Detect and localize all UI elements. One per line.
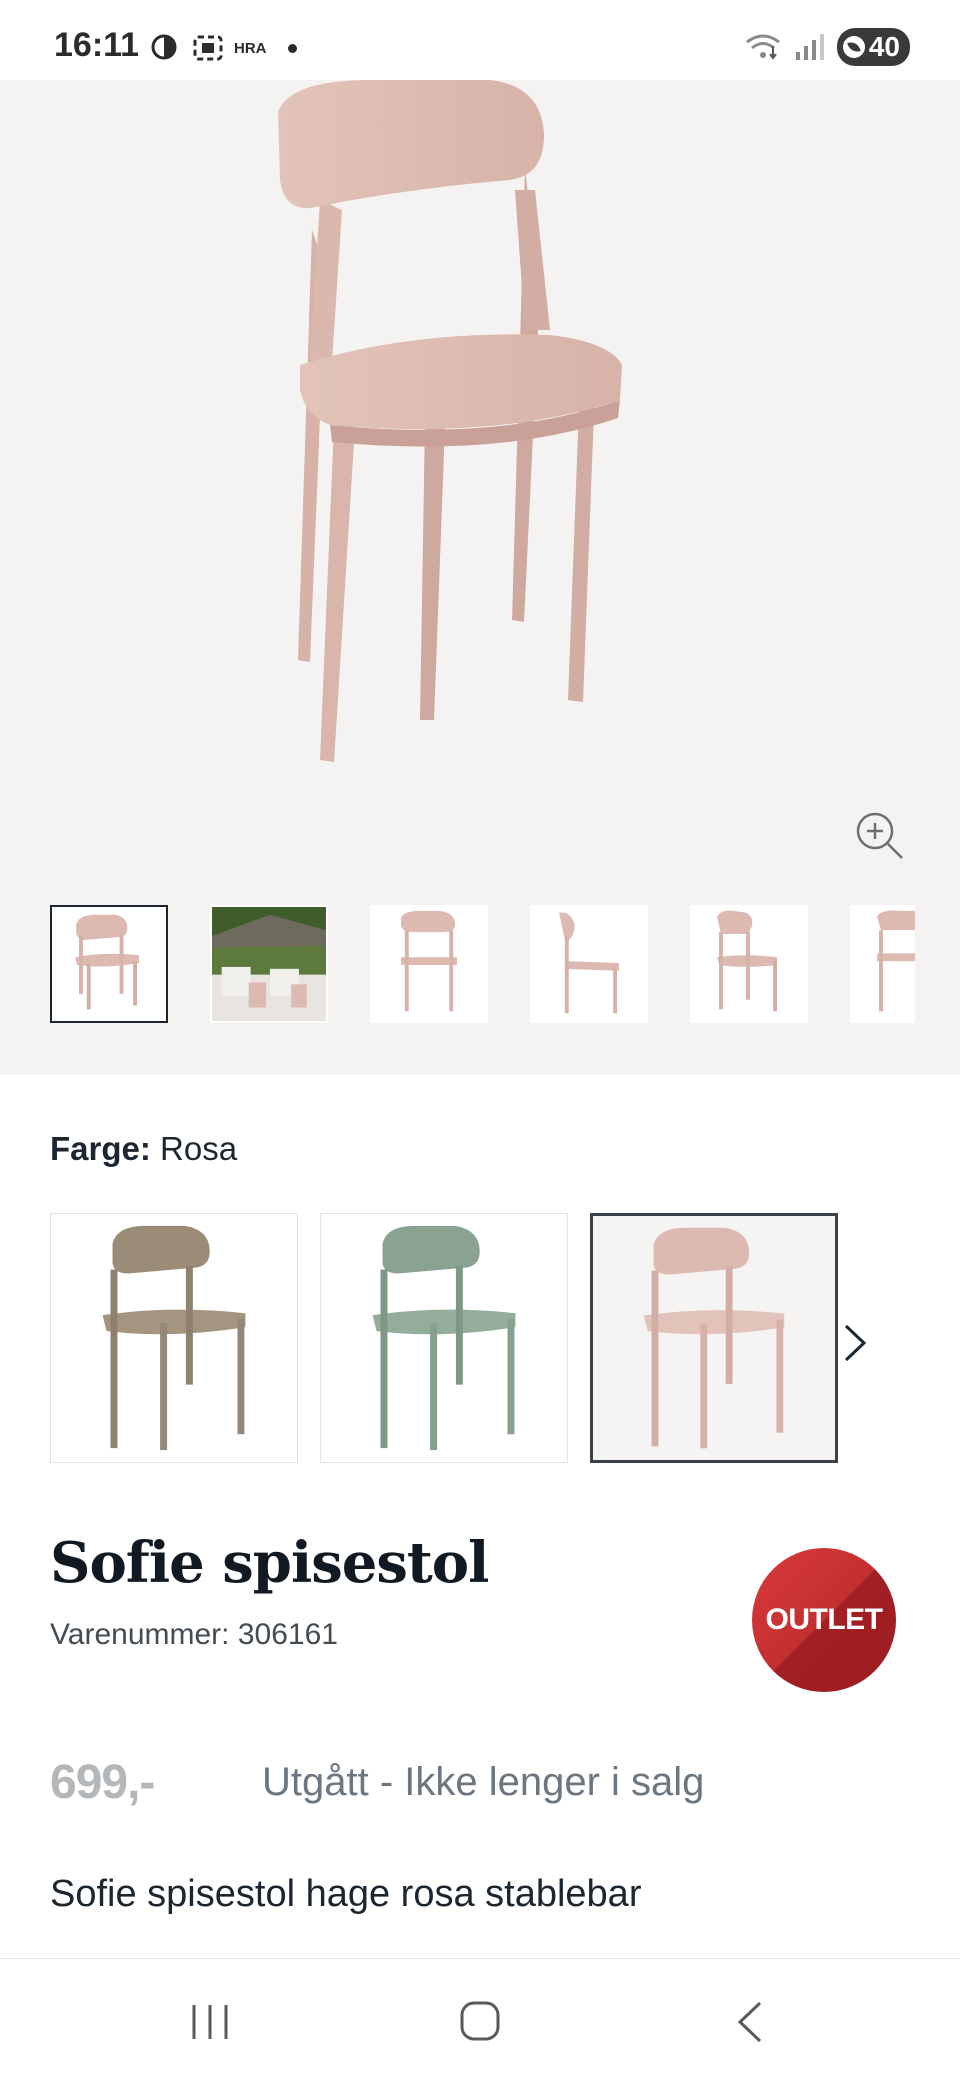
chair-thumbnail-image	[559, 912, 619, 1014]
product-sku: Varenummer: 306161	[50, 1618, 338, 1651]
home-icon[interactable]	[450, 1999, 510, 2045]
chair-thumbnail-image	[877, 910, 915, 1012]
availability-status: Utgått - Ikke lenger i salg	[262, 1760, 705, 1804]
swatch-beige[interactable]	[50, 1213, 298, 1463]
thumbnail-chair-side[interactable]	[530, 905, 648, 1023]
zoom-in-icon[interactable]	[852, 808, 908, 864]
swatch-rosa[interactable]	[590, 1213, 838, 1463]
signal-icon	[795, 34, 824, 60]
beige-chair-image	[102, 1225, 246, 1451]
product-image[interactable]	[250, 80, 710, 780]
battery-indicator: 40	[836, 28, 910, 66]
rosa-chair-image	[643, 1227, 785, 1449]
outlet-badge: OUTLET	[752, 1548, 896, 1692]
back-icon[interactable]	[720, 1999, 780, 2045]
thumbnail-chair-partial[interactable]	[850, 905, 915, 1023]
wifi-icon	[745, 34, 780, 60]
product-gallery[interactable]	[0, 80, 960, 1075]
status-time: 16:11	[54, 26, 140, 64]
chair-thumbnail-image	[717, 910, 778, 1012]
swatch-green[interactable]	[320, 1213, 568, 1463]
battery-level: 40	[868, 31, 900, 62]
thumbnail-chair-angle[interactable]	[690, 905, 808, 1023]
screen-record-icon	[193, 35, 223, 61]
color-label-prefix: Farge:	[50, 1130, 151, 1167]
green-chair-image	[372, 1225, 516, 1451]
status-right: 40	[743, 28, 910, 66]
thumbnail-strip[interactable]	[50, 905, 915, 1025]
power-saving-icon	[842, 36, 865, 58]
hra-icon: HRA	[234, 40, 267, 57]
status-bar: 16:11 HRA 40	[0, 0, 960, 80]
thumbnail-garden-scene[interactable]	[210, 905, 328, 1023]
garden-thumbnail-image	[212, 907, 326, 1021]
color-label: Farge: Rosa	[50, 1130, 237, 1168]
chevron-right-icon[interactable]	[838, 1318, 874, 1368]
data-saver-icon	[151, 34, 177, 60]
chair-thumbnail-image	[75, 914, 139, 1010]
product-description: Sofie spisestol hage rosa stablebar	[50, 1873, 642, 1915]
color-swatches[interactable]	[50, 1213, 838, 1463]
color-value: Rosa	[160, 1130, 238, 1167]
system-nav-bar	[0, 1958, 960, 2080]
product-title: Sofie spisestol	[50, 1530, 489, 1596]
recent-apps-icon[interactable]	[180, 1999, 240, 2045]
thumbnail-chair-straight[interactable]	[370, 905, 488, 1023]
chair-thumbnail-image	[400, 910, 458, 1012]
product-price: 699,-	[50, 1756, 155, 1809]
dot-icon	[288, 44, 297, 53]
thumbnail-chair-front[interactable]	[50, 905, 168, 1023]
